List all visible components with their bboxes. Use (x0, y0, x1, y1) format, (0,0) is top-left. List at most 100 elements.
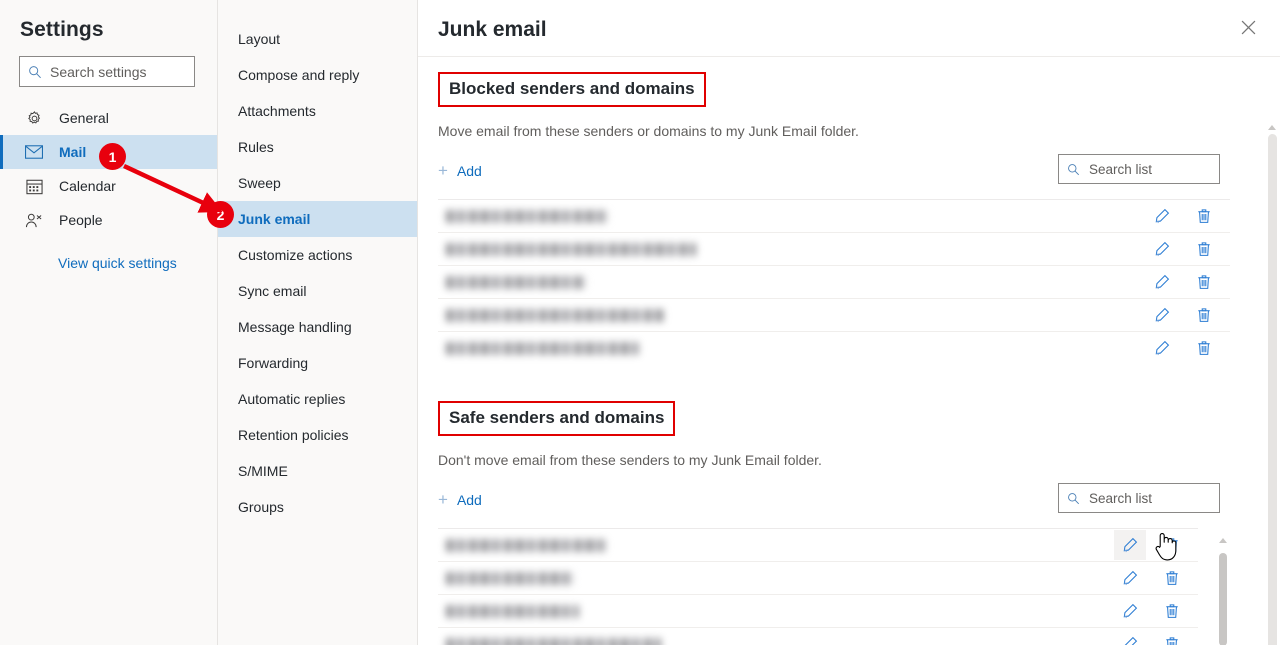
search-icon (1067, 492, 1081, 505)
delete-row-button[interactable] (1188, 333, 1220, 363)
people-icon (25, 212, 43, 229)
edit-row-button[interactable] (1114, 596, 1146, 626)
edit-row-button[interactable] (1146, 333, 1178, 363)
edit-row-button[interactable] (1114, 563, 1146, 593)
mail-settings-nav: Layout Compose and reply Attachments Rul… (218, 0, 418, 645)
blocked-senders-heading-wrap: Blocked senders and domains (438, 57, 1230, 107)
midnav-item-groups[interactable]: Groups (218, 489, 417, 525)
close-button[interactable] (1232, 14, 1264, 46)
edit-row-button[interactable] (1146, 234, 1178, 264)
safe-senders-section: Safe senders and domains Don't move emai… (418, 386, 1280, 645)
table-row[interactable] (438, 594, 1198, 627)
table-row[interactable] (438, 331, 1230, 364)
midnav-item-smime[interactable]: S/MIME (218, 453, 417, 489)
blocked-senders-description: Move email from these senders or domains… (438, 123, 859, 139)
edit-row-button[interactable] (1114, 629, 1146, 645)
trash-icon (1166, 571, 1178, 585)
row-actions (1146, 233, 1220, 265)
sidebar-item-people[interactable]: People (0, 203, 217, 237)
safe-senders-list (438, 528, 1230, 645)
edit-row-button[interactable] (1146, 300, 1178, 330)
settings-sidebar: Settings Search settings General Mail Ca… (0, 0, 218, 645)
blocked-add-button[interactable]: + Add (438, 158, 482, 180)
pane-scrollbar[interactable] (1264, 114, 1280, 645)
midnav-item-retention-policies[interactable]: Retention policies (218, 417, 417, 453)
annotation-badge-2: 2 (207, 201, 234, 228)
table-row[interactable] (438, 627, 1198, 645)
safe-senders-toolbar: + Add Search list (438, 483, 1230, 519)
table-row[interactable] (438, 561, 1198, 594)
pencil-icon (1155, 307, 1170, 323)
search-icon (28, 65, 42, 79)
midnav-item-attachments[interactable]: Attachments (218, 93, 417, 129)
row-actions (1146, 332, 1220, 364)
search-icon (1067, 163, 1081, 176)
midnav-item-layout[interactable]: Layout (218, 21, 417, 57)
delete-row-button[interactable] (1156, 530, 1188, 560)
safe-add-button[interactable]: + Add (438, 487, 482, 509)
edit-row-button[interactable] (1114, 530, 1146, 560)
trash-icon (1198, 242, 1210, 256)
table-row[interactable] (438, 232, 1230, 265)
search-settings-input[interactable]: Search settings (19, 56, 195, 87)
delete-row-button[interactable] (1188, 300, 1220, 330)
redacted-sender-address (446, 209, 608, 223)
row-actions (1146, 299, 1220, 331)
scrollbar-thumb[interactable] (1268, 134, 1277, 645)
midnav-item-junk-email[interactable]: Junk email (218, 201, 417, 237)
trash-icon (1166, 538, 1178, 552)
midnav-item-customize-actions[interactable]: Customize actions (218, 237, 417, 273)
midnav-item-automatic-replies[interactable]: Automatic replies (218, 381, 417, 417)
row-actions (1114, 595, 1188, 627)
trash-icon (1198, 308, 1210, 322)
midnav-item-compose-and-reply[interactable]: Compose and reply (218, 57, 417, 93)
row-actions (1146, 200, 1220, 232)
edit-row-button[interactable] (1146, 267, 1178, 297)
sidebar-item-general[interactable]: General (0, 101, 217, 135)
list-scrollbar[interactable] (1215, 531, 1231, 645)
midnav-item-message-handling[interactable]: Message handling (218, 309, 417, 345)
sidebar-item-calendar[interactable]: Calendar (0, 169, 217, 203)
gear-icon (25, 110, 43, 127)
row-actions (1114, 529, 1188, 561)
row-actions (1114, 562, 1188, 594)
view-quick-settings-link[interactable]: View quick settings (58, 255, 217, 271)
trash-icon (1166, 637, 1178, 645)
redacted-sender-address (446, 242, 696, 256)
delete-row-button[interactable] (1188, 267, 1220, 297)
sidebar-item-label: People (59, 212, 103, 228)
blocked-search-placeholder: Search list (1089, 161, 1153, 177)
junk-email-pane: Junk email Blocked senders and domains M… (418, 0, 1280, 645)
midnav-item-rules[interactable]: Rules (218, 129, 417, 165)
table-row[interactable] (438, 199, 1230, 232)
delete-row-button[interactable] (1156, 629, 1188, 645)
search-settings-placeholder: Search settings (50, 63, 147, 80)
annotation-badge-1: 1 (99, 143, 126, 170)
redacted-sender-address (446, 637, 661, 645)
midnav-item-sync-email[interactable]: Sync email (218, 273, 417, 309)
scroll-up-arrow-icon[interactable] (1218, 531, 1228, 549)
table-row[interactable] (438, 298, 1230, 331)
pencil-icon (1155, 274, 1170, 290)
midnav-item-sweep[interactable]: Sweep (218, 165, 417, 201)
table-row[interactable] (438, 265, 1230, 298)
blocked-search-list-input[interactable]: Search list (1058, 154, 1220, 184)
delete-row-button[interactable] (1188, 234, 1220, 264)
edit-row-button[interactable] (1146, 201, 1178, 231)
envelope-icon (25, 145, 43, 159)
midnav-item-forwarding[interactable]: Forwarding (218, 345, 417, 381)
redacted-sender-address (446, 308, 664, 322)
plus-icon: + (438, 489, 448, 509)
safe-search-placeholder: Search list (1089, 490, 1153, 506)
scrollbar-thumb[interactable] (1219, 553, 1227, 645)
pane-header: Junk email (418, 0, 1280, 57)
safe-senders-description: Don't move email from these senders to m… (438, 452, 822, 468)
redacted-sender-address (446, 275, 586, 289)
close-icon (1241, 20, 1256, 40)
safe-search-list-input[interactable]: Search list (1058, 483, 1220, 513)
delete-row-button[interactable] (1188, 201, 1220, 231)
delete-row-button[interactable] (1156, 563, 1188, 593)
safe-add-label: Add (456, 491, 482, 508)
table-row[interactable] (438, 528, 1227, 645)
delete-row-button[interactable] (1156, 596, 1188, 626)
